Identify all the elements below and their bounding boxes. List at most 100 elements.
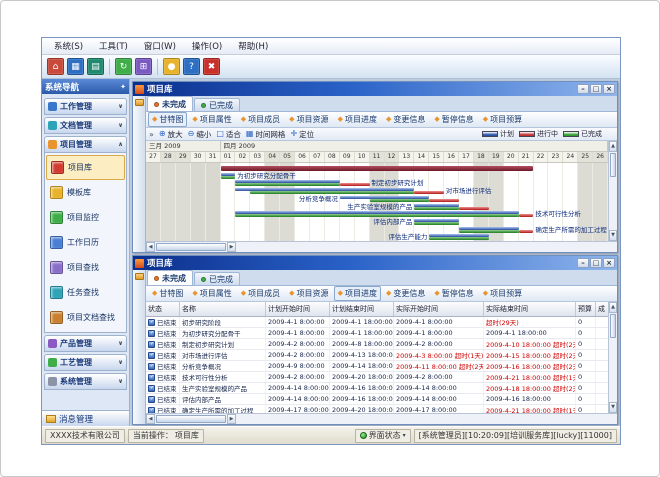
actual-bar[interactable]	[235, 183, 339, 186]
table-row[interactable]: 已结束技术可行性分析2009-4-2 8:00:002009-4-20 18:0…	[146, 372, 608, 383]
locate-button[interactable]: ✛定位	[290, 129, 314, 140]
table-row[interactable]: 已结束初步研究阶段2009-4-1 8:00:002009-4-1 18:00:…	[146, 317, 608, 328]
actual-bar[interactable]	[414, 222, 459, 225]
change-info-view-button[interactable]: ◆变更信息	[382, 286, 429, 301]
exit-icon[interactable]: ✖	[203, 58, 220, 75]
menu-system[interactable]: 系统(S)	[46, 39, 91, 53]
scroll-left-arrow[interactable]: ◀	[146, 414, 155, 424]
menu-tools[interactable]: 工具(T)	[91, 39, 136, 53]
table-row[interactable]: 已结束分析竞争概况2009-4-9 8:00:002009-4-14 18:00…	[146, 361, 608, 372]
sidebar-item-work-calendar[interactable]: 工作日历	[46, 230, 125, 255]
actual-bar[interactable]	[221, 176, 236, 179]
table-row[interactable]: 已结束确定生产所需的加工过程2009-4-17 8:00:002009-4-20…	[146, 405, 608, 413]
tab-message-management[interactable]: 消息管理	[42, 410, 129, 426]
actual-bar[interactable]	[414, 207, 459, 210]
sidebar-item-template-library[interactable]: 模板库	[46, 180, 125, 205]
column-header-budget[interactable]: 预算	[576, 302, 596, 316]
time-grid-button[interactable]: ▦时间网格	[246, 129, 286, 140]
members-view-button[interactable]: ◆项目成员	[237, 112, 284, 127]
column-header-plan-start[interactable]: 计划开始时间	[266, 302, 330, 316]
scrollbar-thumb[interactable]	[156, 415, 226, 423]
members-view-button[interactable]: ◆项目成员	[237, 286, 284, 301]
actual-bar[interactable]	[250, 191, 414, 194]
pin-icon[interactable]: ✦	[120, 83, 126, 91]
horizontal-scrollbar[interactable]: ◀▶	[146, 241, 617, 252]
table-row[interactable]: 已结束对市场进行评估2009-4-2 8:00:002009-4-13 18:0…	[146, 350, 608, 361]
scrollbar-thumb[interactable]	[610, 314, 616, 338]
close-button[interactable]: ×	[603, 258, 615, 268]
project-folder-side-tab[interactable]	[133, 96, 146, 252]
scroll-left-arrow[interactable]: ◀	[146, 242, 155, 252]
refresh-icon[interactable]: ↻	[115, 58, 132, 75]
vertical-scrollbar[interactable]: ▲▼	[608, 302, 617, 413]
zoom-in-button[interactable]: ⊕放大	[159, 129, 183, 140]
progress-view-button[interactable]: ◆项目进度	[334, 286, 381, 301]
pause-info-view-button[interactable]: ◆暂停信息	[430, 286, 477, 301]
overtime-bar[interactable]	[459, 207, 489, 210]
properties-view-button[interactable]: ◆项目属性	[188, 112, 235, 127]
actual-bar[interactable]	[459, 230, 519, 233]
gantt-view-button[interactable]: ◆甘特图	[148, 286, 187, 301]
minimize-button[interactable]: –	[577, 84, 589, 94]
close-button[interactable]: ×	[603, 84, 615, 94]
column-header-actual-start[interactable]: 实际开始时间	[394, 302, 484, 316]
maximize-button[interactable]: □	[590, 258, 602, 268]
overtime-bar[interactable]	[414, 191, 444, 194]
sidebar-item-project-search[interactable]: 项目查找	[46, 255, 125, 280]
properties-view-button[interactable]: ◆项目属性	[188, 286, 235, 301]
sidebar-item-project-library[interactable]: 项目库	[46, 155, 125, 180]
menu-operation[interactable]: 操作(O)	[184, 39, 230, 53]
print-icon[interactable]: ▤	[87, 58, 104, 75]
column-header-status[interactable]: 状态	[146, 302, 180, 316]
table-row[interactable]: 已结束为初步研究分配骨干2009-4-1 8:00:002009-4-1 18:…	[146, 328, 608, 339]
tab-unfinished[interactable]: 未完成	[147, 270, 193, 285]
table-row[interactable]: 已结束制定初步研究计划2009-4-2 8:00:002009-4-8 18:0…	[146, 339, 608, 350]
ui-state-panel[interactable]: 界面状态 ▾	[355, 429, 411, 443]
summary-bar[interactable]	[221, 166, 534, 171]
scroll-down-arrow[interactable]: ▼	[609, 230, 617, 241]
sidebar-item-task-search[interactable]: 任务查找	[46, 280, 125, 305]
lock-icon[interactable]: ●	[163, 58, 180, 75]
fit-button[interactable]: □适合	[216, 129, 241, 140]
scroll-right-arrow[interactable]: ▶	[227, 242, 236, 252]
horizontal-scrollbar[interactable]: ◀▶	[146, 413, 617, 424]
table-row[interactable]: 已结束评估内部产品2009-4-14 8:00:002009-4-16 18:0…	[146, 394, 608, 405]
help-icon[interactable]: ?	[183, 58, 200, 75]
resources-view-button[interactable]: ◆项目资源	[285, 286, 332, 301]
sidebar-group-work[interactable]: 工作管理∨	[44, 98, 127, 115]
menu-window[interactable]: 窗口(W)	[136, 39, 184, 53]
scroll-right-arrow[interactable]: ▶	[227, 414, 236, 424]
overtime-bar[interactable]	[519, 214, 534, 217]
overtime-bar[interactable]	[519, 230, 534, 233]
sidebar-item-project-monitor[interactable]: 项目监控	[46, 205, 125, 230]
vertical-scrollbar[interactable]: ▲▼	[608, 141, 617, 241]
overtime-bar[interactable]	[340, 183, 370, 186]
scroll-up-arrow[interactable]: ▲	[609, 302, 617, 313]
save-icon[interactable]: ▦	[67, 58, 84, 75]
budget-view-button[interactable]: ◆项目预算	[479, 112, 526, 127]
scrollbar-thumb[interactable]	[610, 153, 616, 177]
sidebar-group-product[interactable]: 产品管理∨	[44, 335, 127, 352]
overtime-bar[interactable]	[429, 199, 459, 202]
sidebar-group-project[interactable]: 项目管理∧	[44, 136, 127, 153]
scroll-up-arrow[interactable]: ▲	[609, 141, 617, 152]
child-window-titlebar[interactable]: 项目库–□×	[133, 82, 617, 96]
tab-unfinished[interactable]: 未完成	[147, 96, 193, 111]
column-header-plan-end[interactable]: 计划结束时间	[330, 302, 394, 316]
actual-bar[interactable]	[370, 199, 430, 202]
budget-view-button[interactable]: ◆项目预算	[479, 286, 526, 301]
tab-finished[interactable]: 已完成	[194, 98, 240, 111]
actual-bar[interactable]	[235, 214, 518, 217]
pause-info-view-button[interactable]: ◆暂停信息	[430, 112, 477, 127]
column-header-name[interactable]: 名称	[180, 302, 266, 316]
column-header-actual-end[interactable]: 实际结束时间	[484, 302, 576, 316]
maximize-button[interactable]: □	[590, 84, 602, 94]
actual-bar[interactable]	[429, 237, 489, 240]
sidebar-group-craft[interactable]: 工艺管理∨	[44, 354, 127, 371]
child-window-titlebar[interactable]: 项目库–□×	[133, 256, 617, 270]
column-header-cost[interactable]: 成	[596, 302, 608, 316]
menu-help[interactable]: 帮助(H)	[230, 39, 276, 53]
scroll-down-arrow[interactable]: ▼	[609, 402, 617, 413]
scrollbar-thumb[interactable]	[156, 243, 226, 251]
sidebar-group-docs[interactable]: 文档管理∨	[44, 117, 127, 134]
